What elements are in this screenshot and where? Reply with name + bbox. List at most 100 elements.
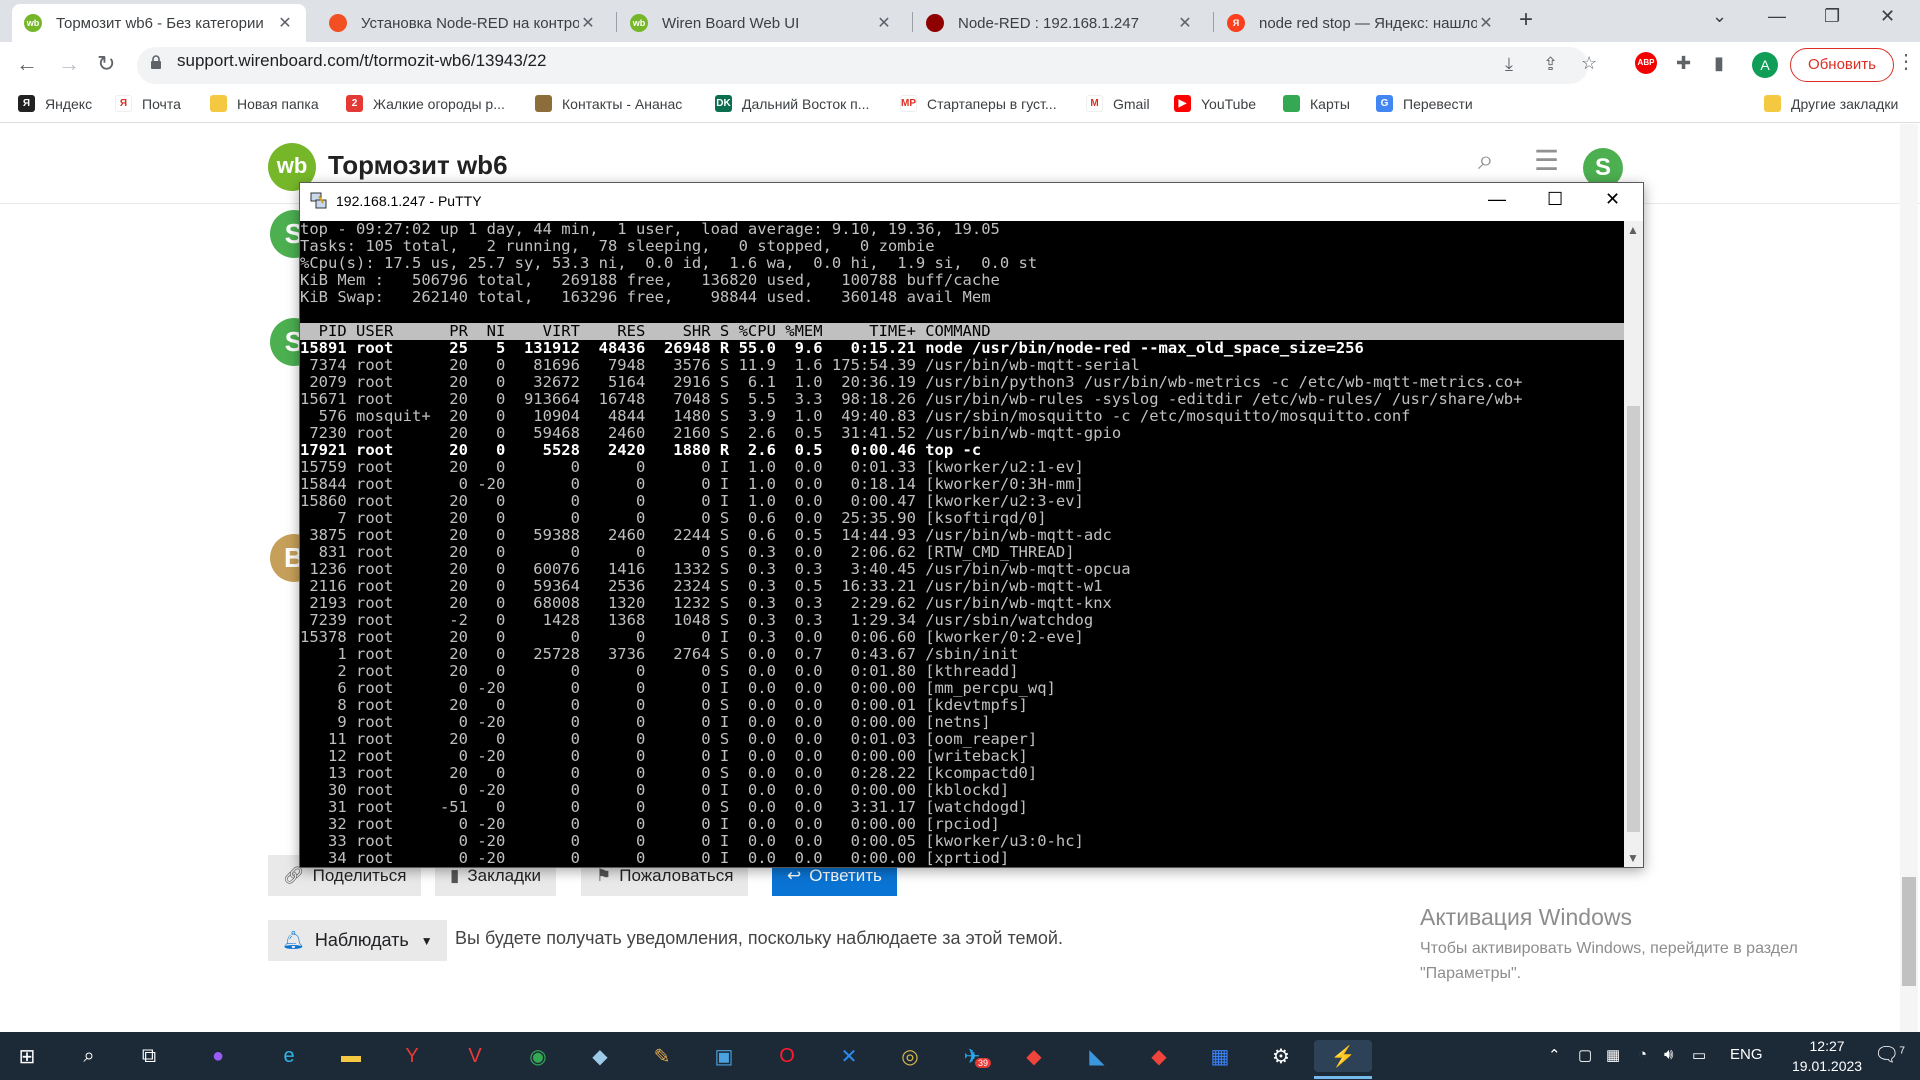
badge: 39 bbox=[975, 1058, 992, 1068]
vivaldi-icon[interactable]: V bbox=[458, 1040, 492, 1072]
app-icon[interactable]: ◆ bbox=[583, 1040, 617, 1072]
process-row: 7374 root 20 0 81696 7948 3576 S 11.9 1.… bbox=[300, 356, 1140, 374]
putty-minimize-icon[interactable]: — bbox=[1488, 189, 1506, 210]
adblock-extension-icon[interactable]: ABP bbox=[1635, 52, 1657, 74]
scroll-up-icon[interactable]: ▲ bbox=[1627, 223, 1639, 237]
battery-icon[interactable]: ▭ bbox=[1692, 1046, 1706, 1064]
back-icon[interactable]: ← bbox=[16, 51, 38, 77]
putty-icon[interactable]: ⚡ bbox=[1314, 1040, 1372, 1072]
gmail-icon: M bbox=[1086, 95, 1103, 112]
page-scrollbar-thumb[interactable] bbox=[1902, 877, 1916, 986]
notification-icon[interactable]: 🗨︎7 bbox=[1874, 1042, 1905, 1067]
close-tab-icon[interactable]: ✕ bbox=[1477, 13, 1495, 33]
bookmark-6[interactable]: DK Дальний Восток п... bbox=[715, 95, 869, 112]
close-tab-icon[interactable]: ✕ bbox=[1176, 13, 1194, 33]
bookmark-1[interactable]: Я Яндекс bbox=[18, 95, 92, 112]
scroll-down-icon[interactable]: ▼ bbox=[1627, 851, 1639, 865]
watch-button[interactable]: 🔔︎ Наблюдать ▼ bbox=[268, 920, 447, 961]
yandex-browser-icon[interactable]: Y bbox=[395, 1040, 429, 1072]
alice-icon[interactable]: ● bbox=[201, 1040, 235, 1072]
volume-icon[interactable]: 🔊︎ bbox=[1664, 1046, 1673, 1063]
update-button[interactable]: Обновить bbox=[1790, 48, 1894, 82]
clock[interactable]: 12:27 19.01.2023 bbox=[1792, 1036, 1862, 1076]
bookmark-5[interactable]: Контакты - Ананас bbox=[535, 95, 682, 112]
bookmark-2[interactable]: Я Почта bbox=[115, 95, 181, 112]
flag-icon: ⚑ bbox=[596, 865, 612, 885]
new-tab-button[interactable]: + bbox=[1519, 6, 1533, 34]
explorer-icon[interactable]: ▬ bbox=[334, 1040, 368, 1072]
putty-titlebar[interactable]: 192.168.1.247 - PuTTY — ☐ ✕ bbox=[300, 183, 1643, 221]
other-bookmarks[interactable]: Другие закладки bbox=[1764, 95, 1898, 112]
bookmark-11[interactable]: G Перевести bbox=[1376, 95, 1473, 112]
tab-5[interactable]: Яnode red stop — Яндекс: нашло ✕ bbox=[1215, 4, 1507, 42]
tab-4[interactable]: Node-RED : 192.168.1.247 ✕ bbox=[914, 4, 1206, 42]
remote-desktop-icon[interactable]: ▣ bbox=[707, 1040, 741, 1072]
side-panel-icon[interactable]: ▮ bbox=[1714, 53, 1724, 74]
search-icon[interactable]: ⌕ bbox=[72, 1040, 106, 1072]
tab-2[interactable]: Установка Node-RED на контро ✕ bbox=[317, 4, 609, 42]
tab-1[interactable]: wb Тормозит wb6 - Без категории ✕ bbox=[12, 4, 306, 42]
opera-icon[interactable]: O bbox=[770, 1040, 804, 1072]
tab-title: Тормозит wb6 - Без категории bbox=[56, 14, 264, 32]
close-window-icon[interactable]: ✕ bbox=[1880, 6, 1895, 27]
process-row: 7 root 20 0 0 0 0 S 0.6 0.0 25:35.90 [ks… bbox=[300, 509, 1047, 527]
menu-icon[interactable]: ⋮ bbox=[1896, 49, 1916, 74]
topic-title[interactable]: Тормозит wb6 bbox=[328, 150, 508, 181]
network-icon[interactable]: ◔ bbox=[1638, 1046, 1647, 1063]
lock-icon[interactable] bbox=[150, 55, 162, 69]
forward-icon[interactable]: → bbox=[58, 51, 80, 77]
bookmark-4[interactable]: 2 Жалкие огороды р... bbox=[346, 95, 505, 112]
grid-app-icon[interactable]: ▦ bbox=[1203, 1040, 1237, 1072]
hamburger-icon[interactable]: ☰ bbox=[1534, 144, 1559, 177]
url-text[interactable]: support.wirenboard.com/t/tormozit-wb6/13… bbox=[177, 51, 546, 71]
profile-avatar[interactable]: A bbox=[1752, 52, 1778, 78]
close-tab-icon[interactable]: ✕ bbox=[875, 13, 893, 33]
close-tab-icon[interactable]: ✕ bbox=[276, 13, 294, 33]
tray-app-icon[interactable]: ▢ bbox=[1578, 1046, 1592, 1064]
bookmark-10[interactable]: Карты bbox=[1283, 95, 1350, 112]
chrome-icon[interactable]: ◉ bbox=[521, 1040, 555, 1072]
install-icon[interactable]: ⤓ bbox=[1505, 54, 1513, 75]
bookmark-8[interactable]: M Gmail bbox=[1086, 95, 1150, 112]
bookmark-label: Почта bbox=[142, 95, 181, 112]
process-row: 2079 root 20 0 32672 5164 2916 S 6.1 1.0… bbox=[300, 373, 1523, 391]
task-view-icon[interactable]: ⧉ bbox=[132, 1040, 166, 1072]
extensions-icon[interactable]: ✚ bbox=[1676, 53, 1691, 74]
terminal-output[interactable]: top - 09:27:02 up 1 day, 44 min, 1 user,… bbox=[300, 221, 1624, 867]
language-indicator[interactable]: ENG bbox=[1730, 1046, 1763, 1063]
putty-close-icon[interactable]: ✕ bbox=[1605, 189, 1620, 210]
vscode-icon[interactable]: ◣ bbox=[1080, 1040, 1114, 1072]
close-tab-icon[interactable]: ✕ bbox=[579, 13, 597, 33]
start-icon[interactable]: ⊞ bbox=[10, 1040, 44, 1072]
bookmark-star-icon[interactable]: ☆ bbox=[1581, 53, 1597, 74]
maximize-icon[interactable]: ❐ bbox=[1824, 6, 1840, 27]
bookmark-3[interactable]: Новая папка bbox=[210, 95, 319, 112]
show-hidden-icons-icon[interactable]: ⌃ bbox=[1548, 1046, 1561, 1064]
tab-3[interactable]: wb Wiren Board Web UI ✕ bbox=[618, 4, 905, 42]
activation-line: "Параметры". bbox=[1420, 965, 1522, 982]
minimize-icon[interactable]: — bbox=[1768, 6, 1786, 27]
tools-icon[interactable]: ✕ bbox=[832, 1040, 866, 1072]
eye-icon[interactable]: ◎ bbox=[893, 1040, 927, 1072]
anydesk-icon-2[interactable]: ◆ bbox=[1142, 1040, 1176, 1072]
share-icon[interactable]: ⇪ bbox=[1543, 54, 1558, 75]
edge-icon[interactable]: e bbox=[272, 1040, 306, 1072]
bookmark-7[interactable]: MP Стартаперы в густ... bbox=[900, 95, 1057, 112]
tab-search-icon[interactable]: ⌄ bbox=[1712, 6, 1727, 27]
putty-scrollbar[interactable]: ▲ ▼ bbox=[1624, 221, 1643, 867]
anydesk-icon[interactable]: ◆ bbox=[1017, 1040, 1051, 1072]
bookmark-9[interactable]: ▶ YouTube bbox=[1174, 95, 1256, 112]
putty-maximize-icon[interactable]: ☐ bbox=[1547, 189, 1563, 210]
paint-icon[interactable]: ✎ bbox=[645, 1040, 679, 1072]
bookmark-label: Контакты - Ананас bbox=[562, 95, 683, 112]
process-row: 8 root 20 0 0 0 0 S 0.0 0.0 0:00.01 [kde… bbox=[300, 696, 1028, 714]
process-row: 1236 root 20 0 60076 1416 1332 S 0.3 0.3… bbox=[300, 560, 1131, 578]
post-button-label: Поделиться bbox=[312, 865, 407, 885]
clock-date: 19.01.2023 bbox=[1792, 1058, 1863, 1074]
browser-toolbar: ← → ↻ ⤓ ⇪ ☆ support.wirenboard.com/t/tor… bbox=[0, 42, 1920, 88]
search-icon[interactable]: ⌕ bbox=[1478, 144, 1494, 177]
settings-icon[interactable]: ⚙ bbox=[1264, 1040, 1298, 1072]
tray-app-icon-2[interactable]: ▦ bbox=[1606, 1046, 1620, 1064]
reload-icon[interactable]: ↻ bbox=[97, 51, 115, 77]
putty-scrollbar-thumb[interactable] bbox=[1627, 406, 1640, 832]
